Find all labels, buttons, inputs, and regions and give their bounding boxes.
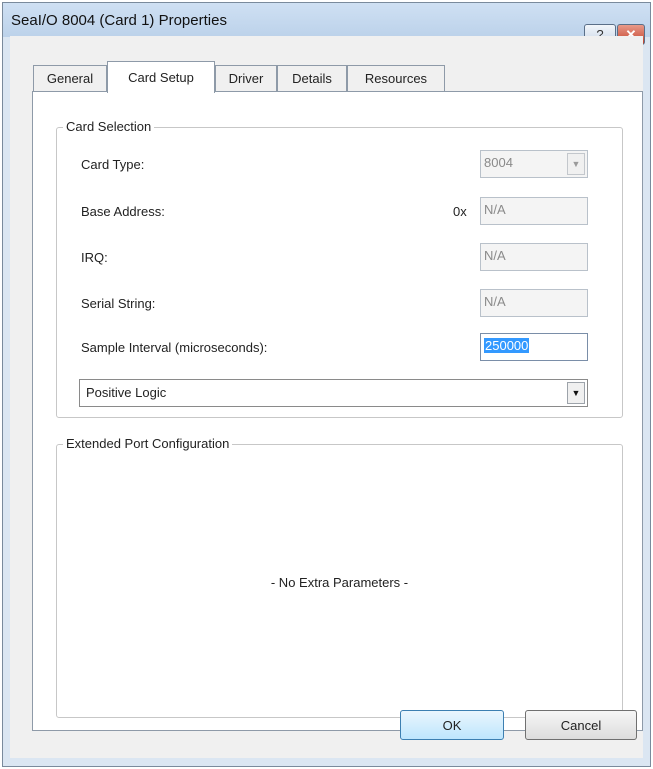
ok-button-label: OK (442, 717, 462, 733)
irq-label: IRQ: (81, 250, 108, 265)
logic-select[interactable]: Positive Logic ▼ (79, 379, 588, 407)
extended-port-title: Extended Port Configuration (63, 436, 233, 451)
tab-resources[interactable]: Resources (347, 65, 445, 91)
extended-port-group: Extended Port Configuration - No Extra P… (56, 436, 623, 718)
sample-interval-label: Sample Interval (microseconds): (81, 340, 268, 355)
serial-string-field[interactable]: N/A (480, 289, 588, 317)
title-bar[interactable]: SeaI/O 8004 (Card 1) Properties (3, 3, 650, 37)
base-address-value: N/A (484, 202, 506, 217)
logic-value: Positive Logic (86, 385, 167, 400)
ok-button[interactable]: OK (400, 710, 504, 740)
tab-card-setup[interactable]: Card Setup (107, 61, 215, 93)
chevron-down-icon: ▼ (567, 153, 585, 175)
base-address-prefix: 0x (453, 204, 467, 219)
dialog-client-area: General Card Setup Driver Details Resour… (10, 36, 643, 758)
tab-general[interactable]: General (33, 65, 107, 91)
card-type-value: 8004 (484, 155, 513, 170)
tab-driver[interactable]: Driver (215, 65, 277, 91)
sample-interval-input[interactable]: 250000 (480, 333, 588, 361)
sample-interval-value: 250000 (484, 338, 530, 353)
card-selection-group: Card Selection Card Type: 8004 ▼ Base Ad… (56, 119, 623, 418)
cancel-button-label: Cancel (560, 717, 602, 733)
irq-value: N/A (484, 248, 506, 263)
tab-general-label: General (46, 71, 94, 86)
card-type-label: Card Type: (81, 157, 145, 172)
window-title: SeaI/O 8004 (Card 1) Properties (11, 12, 227, 29)
chevron-down-icon: ▼ (567, 382, 585, 404)
tab-resources-label: Resources (364, 71, 428, 86)
tab-driver-label: Driver (228, 71, 264, 86)
serial-string-label: Serial String: (81, 296, 156, 311)
no-parameters-message: - No Extra Parameters - (270, 575, 409, 590)
cancel-button[interactable]: Cancel (525, 710, 637, 740)
card-selection-title: Card Selection (63, 119, 155, 134)
card-type-select[interactable]: 8004 ▼ (480, 150, 588, 178)
base-address-label: Base Address: (81, 204, 165, 219)
base-address-field[interactable]: N/A (480, 197, 588, 225)
tab-details-label: Details (292, 71, 332, 86)
serial-string-value: N/A (484, 294, 506, 309)
tab-card-setup-label: Card Setup (128, 70, 194, 85)
tab-details[interactable]: Details (277, 65, 347, 91)
card-setup-panel: Card Selection Card Type: 8004 ▼ Base Ad… (32, 91, 643, 731)
irq-field[interactable]: N/A (480, 243, 588, 271)
